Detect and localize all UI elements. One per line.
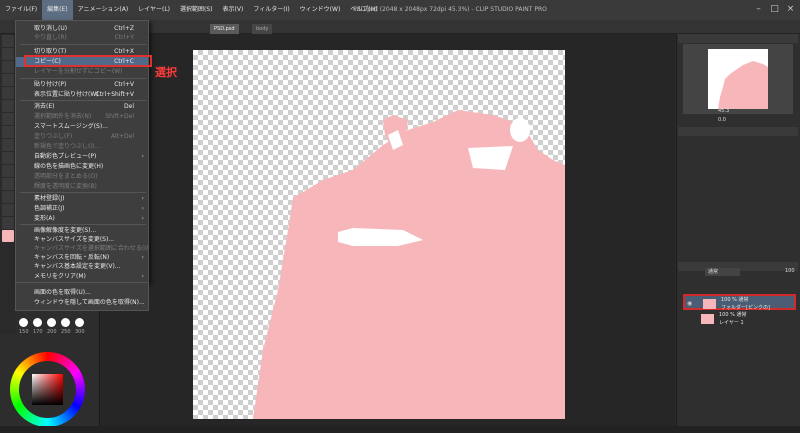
color-wheel-center	[19, 361, 76, 418]
menu-item-redo[interactable]: やり直し(R) Ctrl+Y	[16, 33, 148, 43]
menu-view[interactable]: 表示(V)	[218, 0, 249, 20]
menu-item-clear-outside[interactable]: 選択範囲外を消去(N) Shift+Del	[16, 112, 148, 122]
maximize-icon[interactable]: □	[768, 3, 781, 16]
fill-tool-icon[interactable]	[2, 152, 14, 164]
color-wheel[interactable]	[10, 352, 85, 427]
blend-mode-select[interactable]: 通常	[705, 268, 740, 276]
eye-icon[interactable]: ◉	[687, 300, 694, 307]
brush-size-dot[interactable]	[19, 318, 28, 327]
menu-layer[interactable]: レイヤー(L)	[133, 0, 175, 20]
tool-strip	[0, 34, 16, 334]
text-tool-icon[interactable]	[2, 191, 14, 203]
navigator-panel[interactable]	[683, 44, 793, 114]
brush-size-label: 150	[19, 329, 29, 335]
zoom-tool-icon[interactable]	[2, 35, 14, 47]
menu-file[interactable]: ファイル(F)	[0, 0, 42, 20]
menu-separator	[20, 100, 146, 101]
navigator-angle: 0.0	[718, 117, 726, 123]
menu-edit[interactable]: 編集(E)	[42, 0, 73, 20]
brush-size-label: 170	[33, 329, 43, 335]
layer-row[interactable]: 100 % 通常 レイヤー 1	[683, 311, 796, 327]
menu-item-clear-memory[interactable]: メモリをクリア(M) ›	[16, 272, 148, 282]
layer-thumbnail	[701, 314, 714, 324]
menu-item-canvas-settings[interactable]: キャンバス基本設定を変更(V)...	[16, 262, 148, 272]
menu-filter[interactable]: フィルター(I)	[248, 0, 294, 20]
canvas[interactable]	[193, 50, 565, 419]
layer-row[interactable]: ◉ 100 % 通常 フォルダー[ピンクの]	[683, 294, 796, 311]
menu-item-smart-smoothing[interactable]: スマートスムージング(S)...	[16, 122, 148, 132]
menu-item-paste[interactable]: 貼り付け(P) Ctrl+V	[16, 80, 148, 90]
layer-name: 100 % 通常 フォルダー[ピンクの]	[721, 297, 770, 311]
brush-size-dot[interactable]	[75, 318, 84, 327]
menu-item-luminance[interactable]: 輝度を透明度に変換(B)	[16, 182, 148, 192]
canvas-artwork	[253, 110, 565, 419]
brush-size-label: 300	[75, 329, 85, 335]
menu-item-get-screen-color[interactable]: 画面の色を取得(U)...	[16, 288, 148, 298]
window-title: PSD.psd (2048 x 2048px 72dpi 45.3%) - CL…	[353, 6, 547, 13]
eraser-tool-icon[interactable]	[2, 139, 14, 151]
saturation-value-square[interactable]	[32, 374, 63, 405]
callout-label: 選択	[155, 66, 177, 79]
navigator-header	[678, 34, 798, 43]
brush-tool-icon[interactable]	[2, 113, 14, 125]
doc-tab-psd[interactable]: PSD.psd	[210, 24, 239, 34]
balloon-tool-icon[interactable]	[2, 204, 14, 216]
callout-highlight-box	[24, 55, 152, 67]
menu-separator	[20, 224, 146, 225]
color-swatch-icon[interactable]	[2, 230, 14, 242]
close-icon[interactable]: ×	[784, 3, 797, 16]
menu-item-hide-and-get-color[interactable]: ウィンドウを隠して画面の色を取得(N)...	[16, 298, 148, 308]
menu-animation[interactable]: アニメーション(A)	[73, 0, 134, 20]
menu-item-clear[interactable]: 消去(E) Del	[16, 102, 148, 112]
ruler-tool-icon[interactable]	[2, 217, 14, 229]
pen-tool-icon[interactable]	[2, 87, 14, 99]
move-tool-icon[interactable]	[2, 48, 14, 60]
menu-selection[interactable]: 選択範囲(S)	[175, 0, 218, 20]
select-tool-icon[interactable]	[2, 61, 14, 73]
layer-property-header	[678, 127, 798, 136]
menu-item-copy-no-split[interactable]: レイヤーを分割せずにコピー(W)	[16, 67, 148, 77]
figure-tool-icon[interactable]	[2, 178, 14, 190]
menu-item-line-color[interactable]: 線の色を描画色に変更(H)	[16, 162, 148, 172]
navigator-thumb-art	[718, 61, 768, 109]
menu-item-tonal-correction[interactable]: 色調補正(J) ›	[16, 204, 148, 214]
brush-size-label: 200	[47, 329, 57, 335]
menu-separator	[20, 44, 146, 45]
opacity-value[interactable]: 100	[785, 268, 795, 274]
gradient-tool-icon[interactable]	[2, 165, 14, 177]
status-bar	[0, 426, 800, 433]
navigator-thumbnail	[708, 49, 768, 109]
layer-name: 100 % 通常 レイヤー 1	[719, 312, 747, 326]
menu-item-register-material[interactable]: 素材登録(J) ›	[16, 194, 148, 204]
menu-separator	[20, 192, 146, 193]
brush-size-dot[interactable]	[61, 318, 70, 327]
brush-size-dot[interactable]	[33, 318, 42, 327]
doc-tab-body[interactable]: body	[252, 24, 273, 34]
menu-item-transform[interactable]: 変形(A) ›	[16, 214, 148, 224]
menu-item-auto-color[interactable]: 自動彩色プレビュー(P) ›	[16, 152, 148, 162]
navigator-zoom: 45.3	[718, 108, 730, 114]
minimize-icon[interactable]: –	[752, 3, 765, 16]
menu-item-merge-transparent[interactable]: 透明部分をまとめる(O)	[16, 172, 148, 182]
menu-item-fill-new-color[interactable]: 新規色で塗りつぶし(I)...	[16, 142, 148, 152]
edit-menu-tail: 画面の色を取得(U)... ウィンドウを隠して画面の色を取得(N)...	[15, 283, 149, 311]
menu-separator	[20, 78, 146, 79]
eyedropper-tool-icon[interactable]	[2, 74, 14, 86]
airbrush-tool-icon[interactable]	[2, 126, 14, 138]
layer-thumbnail	[703, 299, 716, 309]
brush-size-dot[interactable]	[47, 318, 56, 327]
pencil-tool-icon[interactable]	[2, 100, 14, 112]
brush-size-label: 250	[61, 329, 71, 335]
menu-item-paste-in-place[interactable]: 表示位置に貼り付け(W) Ctrl+Shift+V	[16, 90, 148, 100]
menu-item-fill[interactable]: 塗りつぶし(F) Alt+Del	[16, 132, 148, 142]
